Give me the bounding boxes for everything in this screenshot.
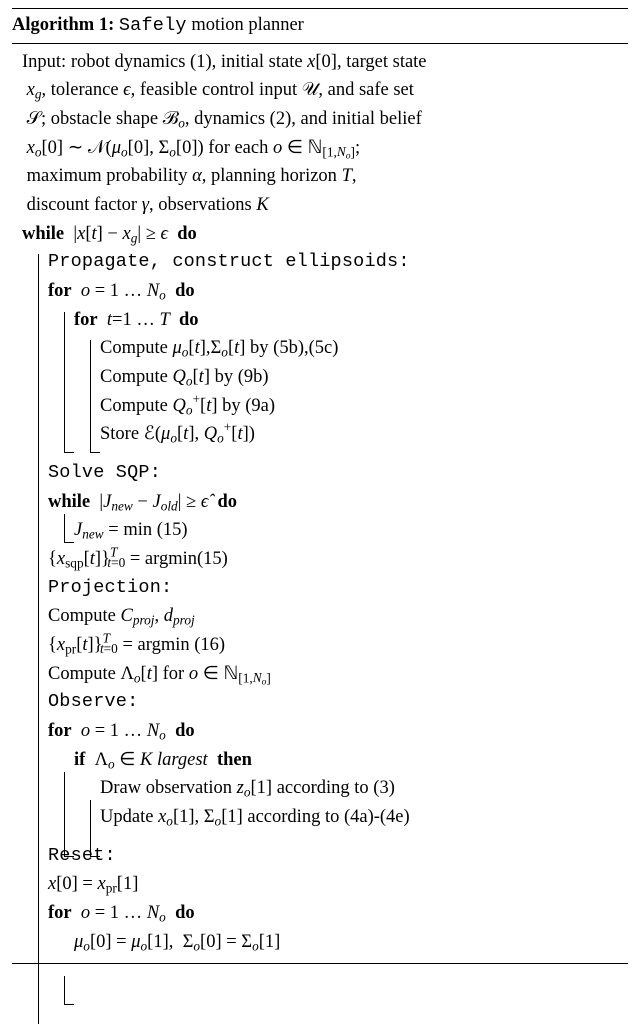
input-line-6: discount factor γ, observations K <box>12 191 628 220</box>
projection-label: Projection: <box>12 574 628 603</box>
kw-do-6: do <box>175 903 195 923</box>
draw-observation: Draw observation zo[1] according to (3) <box>12 774 628 803</box>
algo-number: Algorithm 1: <box>12 15 114 35</box>
compute-lambda: Compute Λo[t] for o ∈ ℕ[1,No] <box>12 660 628 689</box>
algo-title: Algorithm 1: Safely motion planner <box>12 9 628 44</box>
algorithm-box: Algorithm 1: Safely motion planner Input… <box>12 8 628 964</box>
input-line-4: xo[0] ∼ 𝒩(μo[0], Σo[0]) for each o ∈ ℕ[1… <box>12 134 628 163</box>
compute-mu-sigma: Compute μo[t],Σo[t] by (5b),(5c) <box>12 334 628 363</box>
input-line-2: xg, tolerance ϵ, feasible control input … <box>12 76 628 105</box>
hook-for-t <box>90 452 100 453</box>
while-main: while |x[t] − xg| ≥ ϵ do <box>12 220 628 249</box>
jnew-min: Jnew = min (15) <box>12 516 628 545</box>
kw-for-3: for <box>48 721 72 741</box>
propagate-label: Propagate, construct ellipsoids: <box>12 248 628 277</box>
for-t: for t=1 … T do <box>12 306 628 335</box>
for-o-1: for o = 1 … No do <box>12 277 628 306</box>
update-xo: Update xo[1], Σo[1] according to (4a)-(4… <box>12 803 628 832</box>
kw-for-2: for <box>74 310 98 330</box>
kw-if: if <box>74 750 85 770</box>
kw-do-3: do <box>179 310 199 330</box>
algo-body: Input: robot dynamics (1), initial state… <box>12 44 628 963</box>
for-o-2: for o = 1 … No do <box>12 717 628 746</box>
x0-assign: x[0] = xpr[1] <box>12 870 628 899</box>
bar-for-o-1 <box>64 312 65 452</box>
compute-qplus: Compute Qo+[t] by (9a) <box>12 392 628 421</box>
hook-while-j <box>64 542 74 543</box>
bar-if <box>90 800 91 856</box>
input-line-5: maximum probability α, planning horizon … <box>12 162 628 191</box>
for-o-3: for o = 1 … No do <box>12 899 628 928</box>
xpr: {xpr[t]}Tt=0 = argmin (16) <box>12 631 628 660</box>
bar-while-main <box>38 254 39 1024</box>
bar-for-o-3 <box>64 976 65 1004</box>
xsqp: {xsqp[t]}Tt=0 = argmin(15) <box>12 545 628 574</box>
kw-for-4: for <box>48 903 72 923</box>
bar-for-t <box>90 340 91 452</box>
kw-do-4: do <box>218 492 238 512</box>
while-j: while |Jnew − Jold| ≥ ϵ̂ do <box>12 488 628 517</box>
kw-then: then <box>217 750 252 770</box>
solve-sqp-label: Solve SQP: <box>12 459 628 488</box>
hook-for-o-3 <box>64 1004 74 1005</box>
spacer-2 <box>12 832 628 842</box>
spacer-1 <box>12 449 628 459</box>
mu-sigma-assign: μo[0] = μo[1], Σo[0] = Σo[1] <box>12 928 628 957</box>
store-e: Store ℰ(μo[t], Qo+[t]) <box>12 420 628 449</box>
bar-while-j <box>64 514 65 542</box>
compute-q: Compute Qo[t] by (9b) <box>12 363 628 392</box>
kw-do-2: do <box>175 281 195 301</box>
hook-if <box>90 856 100 857</box>
kw-do-5: do <box>175 721 195 741</box>
hook-for-o-1 <box>64 452 74 453</box>
algo-name: Safely <box>119 15 187 36</box>
input-keyword: Input: <box>22 52 66 72</box>
observe-label: Observe: <box>12 688 628 717</box>
if-lambda: if Λo ∈ K largest then <box>12 746 628 775</box>
reset-label: Reset: <box>12 842 628 871</box>
hook-for-o-2 <box>64 856 74 857</box>
input-line-1: Input: robot dynamics (1), initial state… <box>12 48 628 77</box>
algo-title-rest: motion planner <box>187 15 304 35</box>
kw-while-2: while <box>48 492 90 512</box>
input-line-3: 𝒮; obstacle shape ℬo, dynamics (2), and … <box>12 105 628 134</box>
bar-for-o-2 <box>64 772 65 856</box>
kw-for-1: for <box>48 281 72 301</box>
kw-while: while <box>22 224 64 244</box>
kw-do-1: do <box>177 224 197 244</box>
compute-cd: Compute Cproj, dproj <box>12 602 628 631</box>
